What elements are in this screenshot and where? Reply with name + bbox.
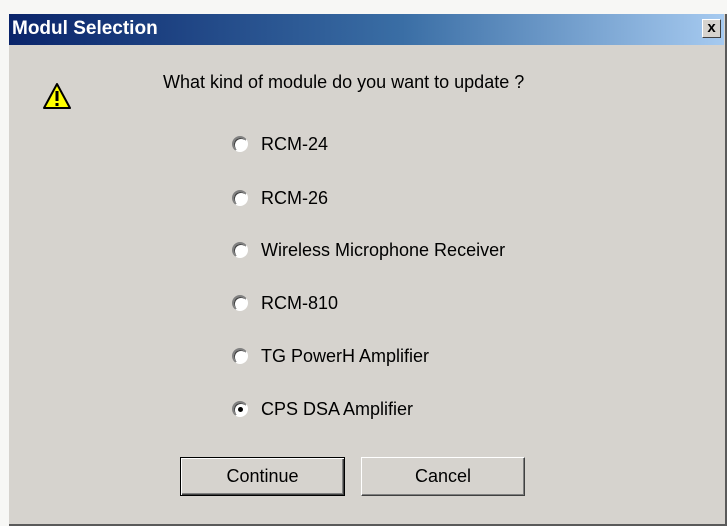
radio-button[interactable] [232,190,248,206]
option-label: Wireless Microphone Receiver [261,239,506,260]
question-text: What kind of module do you want to updat… [163,72,525,92]
top-edge [0,0,727,14]
window-title: Modul Selection [12,18,158,39]
radio-button[interactable] [232,136,248,152]
option-label: RCM-810 [261,292,339,313]
title-bar[interactable]: Modul Selection x [9,14,724,45]
continue-button[interactable]: Continue [180,457,345,496]
option-label: CPS DSA Amplifier [261,398,414,419]
radio-button[interactable] [232,295,248,311]
warning-icon [43,83,71,109]
radio-button[interactable] [232,348,248,364]
radio-button[interactable] [232,242,248,258]
option-label: TG PowerH Amplifier [261,345,430,366]
radio-button-selected[interactable] [232,401,248,417]
option-label: RCM-26 [261,187,329,208]
dialog-window: Modul Selection x What kind of module do… [0,0,727,526]
left-edge [0,0,9,526]
option-tg-powerh-amplifier[interactable]: TG PowerH Amplifier [232,343,429,369]
option-rcm-26[interactable]: RCM-26 [232,185,328,211]
cancel-button[interactable]: Cancel [361,457,525,496]
option-label: RCM-24 [261,133,329,154]
close-icon: x [707,19,716,36]
option-rcm-810[interactable]: RCM-810 [232,290,338,316]
close-button[interactable]: x [702,19,721,38]
option-cps-dsa-amplifier[interactable]: CPS DSA Amplifier [232,396,413,422]
option-rcm-24[interactable]: RCM-24 [232,131,328,157]
option-wireless-microphone-receiver[interactable]: Wireless Microphone Receiver [232,237,505,263]
